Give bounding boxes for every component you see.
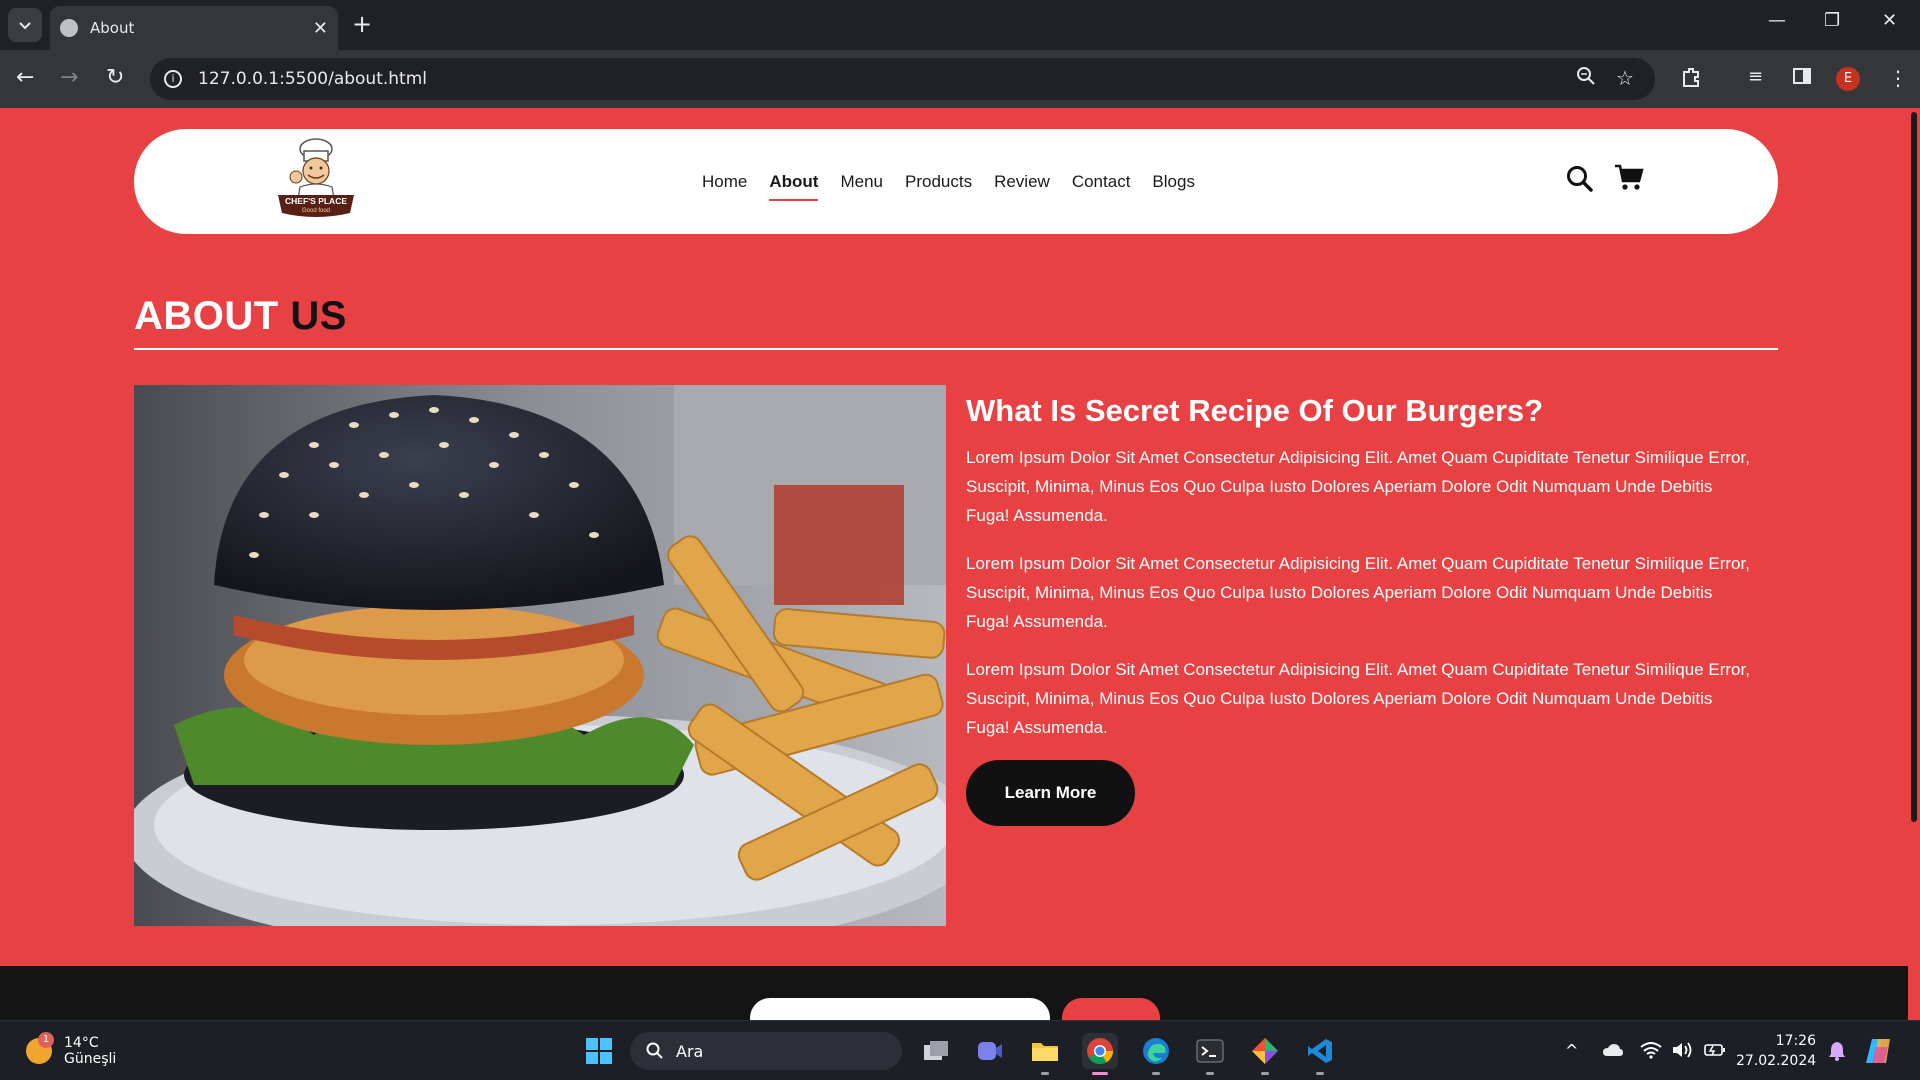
nav-link-home[interactable]: Home xyxy=(702,172,747,192)
nav-link-about[interactable]: About xyxy=(769,172,819,201)
section-title-part1: ABOUT xyxy=(134,294,279,338)
about-content: What Is Secret Recipe Of Our Burgers? Lo… xyxy=(966,385,1756,761)
search-icon xyxy=(646,1042,663,1059)
search-label: Ara xyxy=(676,1041,704,1061)
chevron-down-icon xyxy=(19,22,31,30)
clock-date: 27.02.2024 xyxy=(1736,1053,1817,1069)
git-app[interactable] xyxy=(1247,1033,1283,1075)
taskbar-clock[interactable]: 17:26 27.02.2024 xyxy=(1736,1031,1816,1071)
file-explorer-app[interactable] xyxy=(1027,1033,1063,1075)
terminal-icon xyxy=(1196,1039,1224,1063)
side-panel-icon[interactable] xyxy=(1792,66,1812,86)
tab-title: About xyxy=(90,19,135,37)
globe-icon xyxy=(60,19,78,37)
logo-name-text: CHEF'S PLACE xyxy=(285,196,347,206)
reload-button[interactable]: ↻ xyxy=(106,67,124,89)
browser-tab-bar: About ✕ + — ❐ ✕ xyxy=(0,0,1920,50)
site-header: CHEF'S PLACE Good food Home About Menu Prod… xyxy=(134,129,1778,234)
windows-taskbar: 1 14°C Güneşli Ara ^ 17:26 27.02.2024 xyxy=(0,1020,1920,1080)
about-paragraph-3: Lorem Ipsum Dolor Sit Amet Consectetur A… xyxy=(966,660,1750,737)
restore-button[interactable]: ❐ xyxy=(1824,10,1840,31)
main-nav: Home About Menu Products Review Contact Blogs xyxy=(702,129,1195,234)
page-scrollbar[interactable] xyxy=(1908,108,1920,1020)
forward-button[interactable]: → xyxy=(60,67,78,89)
close-tab-icon[interactable]: ✕ xyxy=(313,18,328,39)
logo-tagline-text: Good food xyxy=(302,208,330,214)
edge-icon xyxy=(1143,1038,1169,1064)
nav-link-menu[interactable]: Menu xyxy=(840,172,883,192)
folder-icon xyxy=(1032,1043,1058,1061)
vscode-app[interactable] xyxy=(1302,1033,1338,1075)
media-control-icon[interactable]: ≡ xyxy=(1748,66,1763,87)
about-heading: What Is Secret Recipe Of Our Burgers? xyxy=(966,393,1544,428)
windows-logo-icon xyxy=(586,1038,612,1064)
footer xyxy=(0,966,1908,1020)
back-button[interactable]: ← xyxy=(16,67,34,89)
taskbar-search[interactable]: Ara xyxy=(630,1032,902,1070)
tab-search-button[interactable] xyxy=(8,8,42,42)
task-view-icon xyxy=(924,1041,948,1060)
shopping-cart-icon[interactable] xyxy=(1614,163,1644,191)
nav-link-contact[interactable]: Contact xyxy=(1072,172,1131,192)
site-info-icon[interactable]: i xyxy=(164,70,182,88)
battery-icon[interactable] xyxy=(1704,1043,1726,1057)
about-paragraph-1: Lorem Ipsum Dolor Sit Amet Consectetur A… xyxy=(966,448,1750,525)
about-paragraph-2: Lorem Ipsum Dolor Sit Amet Consectetur A… xyxy=(966,554,1750,631)
search-icon[interactable] xyxy=(1566,165,1594,193)
chefs-place-logo[interactable]: CHEF'S PLACE Good food xyxy=(274,137,358,225)
teams-app[interactable] xyxy=(972,1033,1008,1069)
wifi-icon[interactable] xyxy=(1640,1041,1662,1059)
bookmark-star-icon[interactable]: ☆ xyxy=(1616,66,1634,90)
nav-link-review[interactable]: Review xyxy=(994,172,1050,192)
browser-toolbar: ← → ↻ i 127.0.0.1:5500/about.html ☆ ≡ ⋮ xyxy=(0,50,1920,108)
video-chat-icon xyxy=(978,1042,1002,1060)
title-divider xyxy=(134,348,1778,350)
weather-temp: 14°C xyxy=(64,1035,99,1051)
section-title: ABOUT US xyxy=(134,294,347,339)
clock-time: 17:26 xyxy=(1775,1033,1816,1049)
newsletter-email-input[interactable] xyxy=(750,998,1050,1020)
minimize-button[interactable]: — xyxy=(1768,10,1786,31)
chrome-app[interactable] xyxy=(1082,1033,1118,1075)
weather-widget[interactable]: 1 14°C Güneşli xyxy=(26,1032,117,1067)
nav-link-products[interactable]: Products xyxy=(905,172,972,192)
close-window-button[interactable]: ✕ xyxy=(1882,10,1897,31)
terminal-app[interactable] xyxy=(1192,1033,1228,1075)
nav-link-blogs[interactable]: Blogs xyxy=(1152,172,1195,192)
browser-menu-icon[interactable]: ⋮ xyxy=(1888,66,1908,90)
chrome-icon xyxy=(1087,1038,1114,1065)
zoom-icon[interactable] xyxy=(1576,66,1596,86)
extensions-icon[interactable] xyxy=(1680,66,1702,88)
burger-photo xyxy=(134,385,946,926)
section-title-part2: US xyxy=(290,294,347,338)
copilot-icon[interactable] xyxy=(1864,1037,1894,1065)
profile-avatar[interactable]: E xyxy=(1836,67,1860,91)
web-page: CHEF'S PLACE Good food Home About Menu Prod… xyxy=(0,108,1908,1020)
browser-tab[interactable]: About ✕ xyxy=(50,6,338,50)
git-kraken-icon xyxy=(1252,1038,1278,1064)
show-hidden-icons-chevron-icon[interactable]: ^ xyxy=(1565,1041,1578,1060)
scrollbar-thumb[interactable] xyxy=(1911,112,1917,822)
address-bar[interactable]: i 127.0.0.1:5500/about.html xyxy=(150,58,1655,100)
learn-more-button[interactable]: Learn More xyxy=(966,760,1135,826)
start-button[interactable] xyxy=(581,1033,617,1069)
volume-icon[interactable] xyxy=(1672,1041,1694,1059)
sun-icon: 1 xyxy=(26,1032,54,1064)
onedrive-cloud-icon[interactable] xyxy=(1602,1043,1624,1057)
new-tab-button[interactable]: + xyxy=(352,10,372,38)
task-view-button[interactable] xyxy=(918,1033,954,1069)
notification-bell-icon[interactable] xyxy=(1828,1041,1846,1061)
edge-app[interactable] xyxy=(1138,1033,1174,1075)
notification-badge: 1 xyxy=(38,1032,54,1048)
url-text: 127.0.0.1:5500/about.html xyxy=(198,69,428,89)
newsletter-subscribe-button[interactable] xyxy=(1062,998,1160,1020)
weather-desc: Güneşli xyxy=(64,1051,117,1067)
vscode-icon xyxy=(1308,1039,1332,1063)
